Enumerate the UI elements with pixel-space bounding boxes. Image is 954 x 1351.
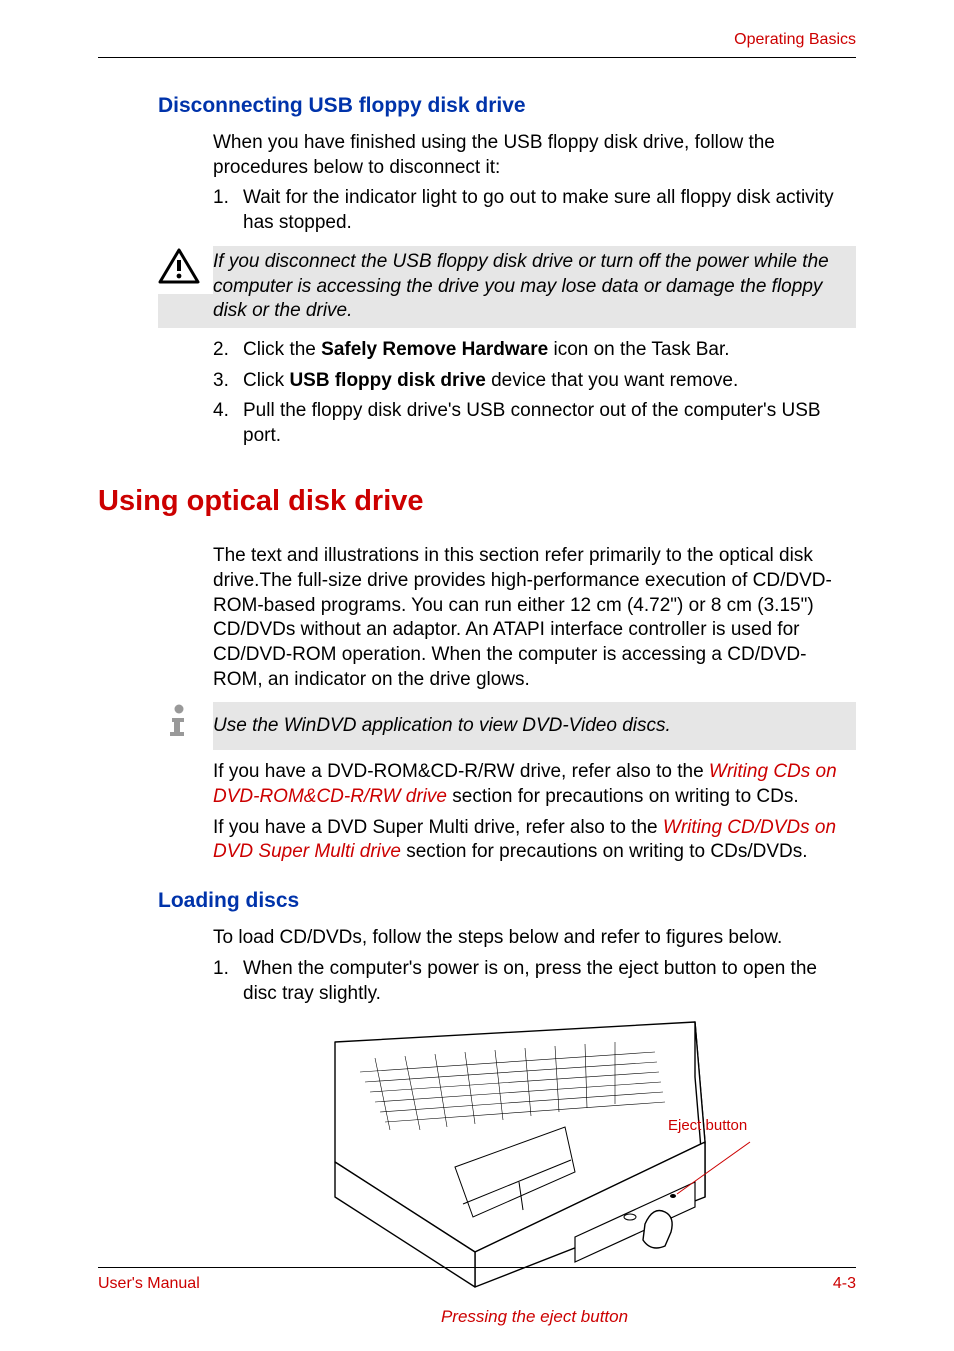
step-number: 1. — [213, 186, 243, 235]
loading-intro: To load CD/DVDs, follow the steps below … — [213, 926, 856, 951]
step-number: 2. — [213, 338, 243, 363]
footer-page-number: 4-3 — [833, 1274, 856, 1295]
info-text: Use the WinDVD application to view DVD-V… — [213, 708, 856, 745]
eject-button-label: Eject button — [668, 1116, 747, 1136]
header-breadcrumb: Operating Basics — [98, 30, 856, 57]
step-2: 2. Click the Safely Remove Hardware icon… — [213, 338, 856, 363]
heading-loading-discs: Loading discs — [158, 887, 856, 914]
step-number: 1. — [213, 957, 243, 1006]
heading-disconnect-usb: Disconnecting USB floppy disk drive — [158, 92, 856, 119]
intro-paragraph: When you have finished using the USB flo… — [213, 131, 856, 180]
step-text: Click USB floppy disk drive device that … — [243, 369, 856, 394]
page-footer: User's Manual 4-3 — [98, 1267, 856, 1295]
step-3: 3. Click USB floppy disk drive device th… — [213, 369, 856, 394]
figure-caption: Pressing the eject button — [213, 1306, 856, 1328]
step-text: Pull the floppy disk drive's USB connect… — [243, 399, 856, 448]
heading-using-optical: Using optical disk drive — [98, 483, 856, 521]
ref-paragraph-1: If you have a DVD-ROM&CD-R/RW drive, ref… — [213, 760, 856, 809]
warning-icon — [158, 246, 213, 294]
header-rule — [98, 57, 856, 58]
step-4: 4. Pull the floppy disk drive's USB conn… — [213, 399, 856, 448]
laptop-illustration — [275, 1012, 795, 1302]
step-text: Click the Safely Remove Hardware icon on… — [243, 338, 856, 363]
step-number: 4. — [213, 399, 243, 448]
ref-paragraph-2: If you have a DVD Super Multi drive, ref… — [213, 816, 856, 865]
loading-step-1: 1. When the computer's power is on, pres… — [213, 957, 856, 1006]
info-callout: Use the WinDVD application to view DVD-V… — [158, 702, 856, 750]
optical-paragraph: The text and illustrations in this secti… — [213, 544, 856, 692]
info-icon — [158, 702, 213, 750]
warning-text: If you disconnect the USB floppy disk dr… — [213, 246, 856, 328]
step-number: 3. — [213, 369, 243, 394]
footer-rule — [98, 1267, 856, 1268]
footer-left: User's Manual — [98, 1274, 200, 1295]
warning-callout: If you disconnect the USB floppy disk dr… — [158, 246, 856, 328]
step-text: Wait for the indicator light to go out t… — [243, 186, 856, 235]
step-text: When the computer's power is on, press t… — [243, 957, 856, 1006]
step-1: 1. Wait for the indicator light to go ou… — [213, 186, 856, 235]
